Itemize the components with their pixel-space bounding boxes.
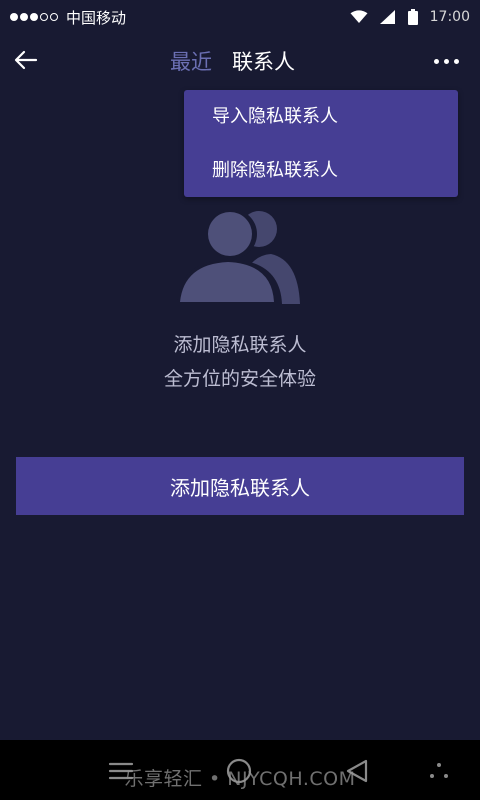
battery-icon <box>407 9 418 25</box>
header: 最近 联系人 <box>0 34 480 88</box>
back-button[interactable] <box>8 42 44 78</box>
signal-strength-icon <box>10 13 58 21</box>
more-options-button[interactable] <box>426 44 466 78</box>
cell-signal-icon <box>379 10 395 24</box>
tab-recent[interactable]: 最近 <box>170 46 212 76</box>
contacts-icon <box>177 209 300 304</box>
tab-bar: 最近 联系人 <box>170 34 295 88</box>
tab-contacts[interactable]: 联系人 <box>232 46 295 76</box>
more-dots-icon <box>433 58 439 64</box>
watermark: 乐享轻汇 • NJYCQH.COM <box>124 768 356 790</box>
status-icons: 17:00 <box>350 0 470 34</box>
arrow-left-icon <box>14 50 38 70</box>
options-dropdown-menu: 导入隐私联系人 删除隐私联系人 <box>184 90 458 197</box>
status-bar: 中国移动 17:00 <box>0 0 480 34</box>
empty-state-subtitle: 全方位的安全体验 <box>163 368 316 390</box>
menu-item-delete-private-contacts[interactable]: 删除隐私联系人 <box>212 159 338 183</box>
add-private-contact-button[interactable]: 添加隐私联系人 <box>16 457 464 515</box>
empty-state-title: 添加隐私联系人 <box>173 334 307 356</box>
clock: 17:00 <box>429 9 470 25</box>
menu-item-import-private-contacts[interactable]: 导入隐私联系人 <box>212 105 338 129</box>
wifi-icon <box>350 10 368 23</box>
carrier-name: 中国移动 <box>66 8 127 27</box>
screen: 中国移动 17:00 最近 联系人 导入隐私联系人 删除隐私联系人 添加隐私联系… <box>0 0 480 800</box>
